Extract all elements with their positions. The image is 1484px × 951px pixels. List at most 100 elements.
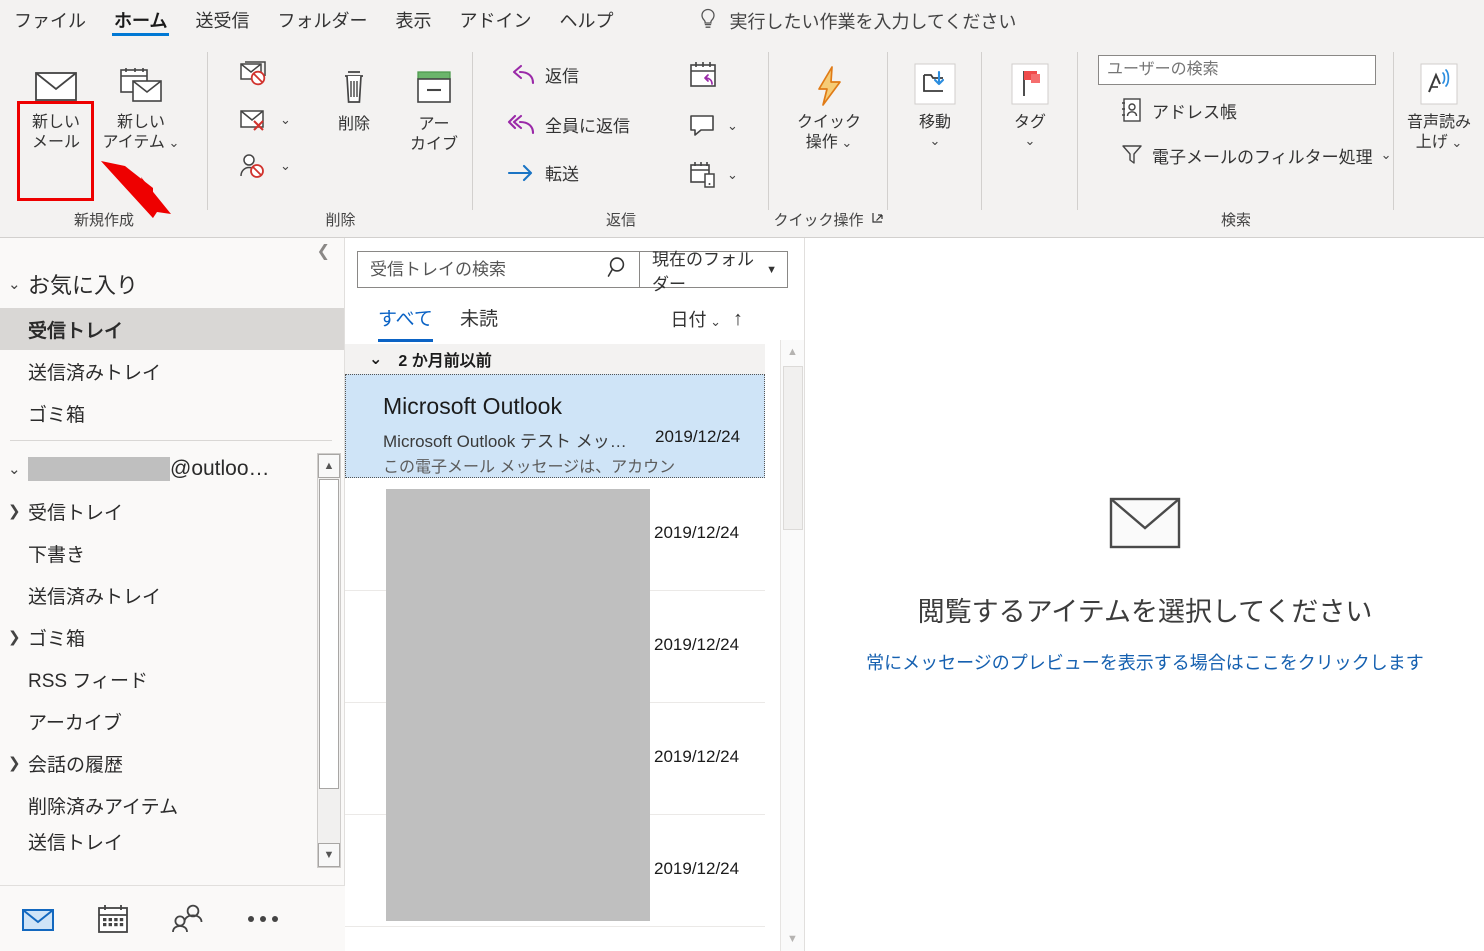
reply-button[interactable]: 返信 <box>505 62 579 87</box>
more-reply-button[interactable]: ⌄ <box>687 160 738 190</box>
trash-icon <box>334 61 374 115</box>
group-label-quicksteps-text: クイック操作 <box>773 209 863 230</box>
nav-people-icon[interactable] <box>150 904 225 934</box>
folder-item-conversation-history[interactable]: ❯ 会話の履歴 <box>0 742 344 784</box>
scrollbar-thumb[interactable] <box>319 479 339 789</box>
favorite-item-sent[interactable]: 送信済みトレイ <box>0 350 344 392</box>
delete-label: 削除 <box>338 115 370 135</box>
tab-folder[interactable]: フォルダー <box>263 0 381 42</box>
account-name-suffix: @outloo… <box>170 457 270 481</box>
tags-button[interactable]: タグ ⌄ <box>987 59 1073 149</box>
lightbulb-icon <box>697 7 719 36</box>
filter-email-button[interactable]: 電子メールのフィルター処理 ⌄ <box>1120 142 1392 168</box>
message-group-header[interactable]: ⌄ 2 か月前以前 <box>345 344 765 374</box>
redacted-message-content <box>386 591 650 703</box>
search-input[interactable] <box>370 260 607 280</box>
tags-label: タグ <box>1014 113 1046 133</box>
block-sender-button[interactable]: ⌄ <box>238 152 291 180</box>
chevron-right-icon[interactable]: ❯ <box>8 502 28 520</box>
tab-file[interactable]: ファイル <box>0 0 100 42</box>
archive-label-line2: カイブ <box>410 135 458 155</box>
archive-icon <box>412 61 456 115</box>
folder-item-outbox[interactable]: 送信トレイ <box>0 826 344 856</box>
nav-mail-icon[interactable] <box>0 905 75 933</box>
dialog-launcher-icon[interactable] <box>871 211 884 228</box>
chevron-right-icon[interactable]: ❯ <box>8 628 28 646</box>
favorite-item-label: ゴミ箱 <box>28 400 85 427</box>
forward-button[interactable]: 転送 <box>505 160 579 185</box>
message-filter-row: すべて 未読 日付 ⌄ ↑ <box>345 300 765 344</box>
sort-control[interactable]: 日付 ⌄ ↑ <box>670 306 743 332</box>
new-mail-button[interactable]: 新しい メール <box>13 59 99 153</box>
scroll-down-icon[interactable]: ▼ <box>318 843 340 867</box>
folder-item-trash[interactable]: ❯ ゴミ箱 <box>0 616 344 658</box>
lightning-bolt-icon <box>809 59 849 113</box>
tab-unread[interactable]: 未読 <box>460 304 498 339</box>
favorites-header[interactable]: ⌄ お気に入り <box>0 260 344 308</box>
nav-calendar-icon[interactable] <box>75 903 150 935</box>
ribbon-group-new: 新しい メール 新しい アイテム ⌄ 新規作成 <box>0 42 208 238</box>
new-items-button[interactable]: 新しい アイテム ⌄ <box>98 59 184 153</box>
reading-pane: 閲覧するアイテムを選択してください 常にメッセージのプレビューを表示する場合はこ… <box>806 238 1484 951</box>
delete-button[interactable]: 削除 <box>311 61 397 135</box>
message-row[interactable]: 2019/12/24 <box>345 479 765 591</box>
junk-button[interactable]: ⌄ <box>238 106 291 134</box>
forward-label: 転送 <box>545 160 579 185</box>
read-aloud-label-line2: 上げ ⌄ <box>1416 133 1463 153</box>
folder-item-rss[interactable]: RSS フィード <box>0 658 344 700</box>
message-list-scrollbar[interactable]: ▲ ▼ <box>780 340 804 951</box>
collapse-pane-icon[interactable]: ❮ <box>317 244 330 260</box>
folder-item-sent[interactable]: 送信済みトレイ <box>0 574 344 616</box>
read-aloud-button[interactable]: 音声読み 上げ ⌄ <box>1396 59 1482 153</box>
scroll-up-icon[interactable]: ▲ <box>318 454 340 478</box>
tab-send-receive[interactable]: 送受信 <box>181 0 263 42</box>
chevron-down-icon: ▼ <box>766 264 777 276</box>
message-row-selected[interactable]: Microsoft Outlook Microsoft Outlook テスト … <box>345 374 765 478</box>
folder-item-drafts[interactable]: 下書き <box>0 532 344 574</box>
meeting-button[interactable] <box>687 60 719 90</box>
tab-home[interactable]: ホーム <box>100 0 181 42</box>
folder-pane-scrollbar[interactable]: ▲ ▼ <box>317 453 341 868</box>
folder-item-inbox[interactable]: ❯ 受信トレイ <box>0 490 344 532</box>
redacted-message-content <box>386 489 650 591</box>
search-people-input[interactable] <box>1098 55 1376 85</box>
favorite-item-trash[interactable]: ゴミ箱 <box>0 392 344 434</box>
account-header[interactable]: ⌄ @outloo… <box>0 448 344 490</box>
archive-button[interactable]: アー カイブ <box>391 61 477 155</box>
scroll-down-icon[interactable]: ▼ <box>781 927 804 951</box>
quick-steps-button[interactable]: クイック 操作 ⌄ <box>786 59 872 153</box>
scroll-up-icon[interactable]: ▲ <box>781 340 804 364</box>
sort-by-label[interactable]: 日付 ⌄ <box>670 306 721 332</box>
nav-more-ellipsis-icon[interactable] <box>225 913 300 925</box>
enable-preview-link[interactable]: 常にメッセージのプレビューを表示する場合はここをクリックします <box>866 649 1424 675</box>
arrow-up-icon[interactable]: ↑ <box>733 308 743 331</box>
tab-help[interactable]: ヘルプ <box>545 0 627 42</box>
move-to-folder-icon <box>908 59 962 113</box>
message-row[interactable]: 2019/12/24 <box>345 815 765 927</box>
message-list-pane: 現在のフォルダー ▼ すべて 未読 日付 ⌄ ↑ ⌄ 2 か月前以前 Micro… <box>345 238 805 951</box>
chevron-right-icon[interactable]: ❯ <box>8 754 28 772</box>
search-scope-dropdown[interactable]: 現在のフォルダー ▼ <box>640 251 788 288</box>
tab-view[interactable]: 表示 <box>381 0 445 42</box>
favorite-item-inbox[interactable]: 受信トレイ <box>0 308 344 350</box>
tab-addins[interactable]: アドイン <box>445 0 545 42</box>
tab-all[interactable]: すべて <box>378 304 433 342</box>
folder-item-deleted-items[interactable]: 削除済みアイテム <box>0 784 344 826</box>
message-row[interactable]: 2019/12/24 <box>345 591 765 703</box>
reply-all-button[interactable]: 全員に返信 <box>505 112 630 137</box>
search-icon[interactable] <box>607 255 631 284</box>
junk-mail-icon <box>238 106 272 134</box>
folder-item-archive[interactable]: アーカイブ <box>0 700 344 742</box>
tell-me-box[interactable]: 実行したい作業を入力してください <box>697 7 1016 36</box>
message-subject: Microsoft Outlook テスト メッ… <box>383 427 627 452</box>
ignore-button[interactable] <box>238 60 272 88</box>
move-button[interactable]: 移動 ⌄ <box>892 59 978 149</box>
address-book-button[interactable]: アドレス帳 <box>1120 97 1237 123</box>
reply-all-label: 全員に返信 <box>545 112 630 137</box>
im-button[interactable]: ⌄ <box>687 112 738 140</box>
message-row[interactable]: 2019/12/24 <box>345 703 765 815</box>
scrollbar-thumb[interactable] <box>783 366 803 530</box>
module-nav-bar <box>0 885 345 951</box>
search-box[interactable] <box>357 251 640 288</box>
new-items-icon <box>115 59 167 113</box>
